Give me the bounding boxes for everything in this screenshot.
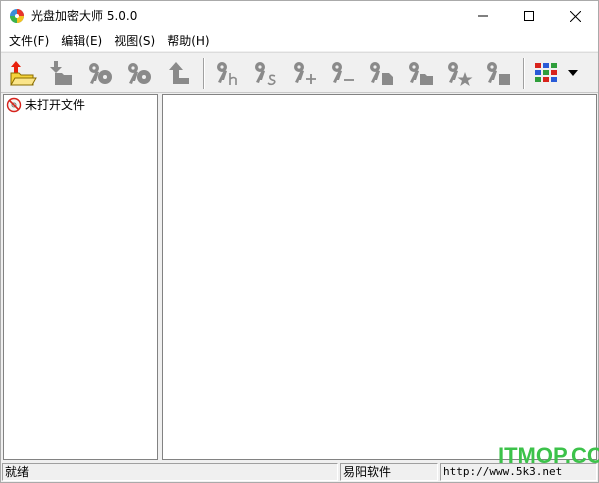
save-icon <box>50 61 72 85</box>
view-mode-dropdown[interactable] <box>563 58 583 88</box>
key-file-button[interactable] <box>364 58 398 88</box>
menu-edit[interactable]: 编辑(E) <box>55 31 108 51</box>
key-s-button[interactable] <box>249 58 283 88</box>
tree-root-label: 未打开文件 <box>25 98 86 112</box>
view-mode-button[interactable] <box>529 58 563 88</box>
key-remove-button[interactable] <box>326 58 360 88</box>
close-icon <box>569 10 581 22</box>
watermark-logo: ITMOP.COM <box>498 443 599 468</box>
toolbar-separator <box>523 58 525 89</box>
encrypt-disc-button[interactable] <box>83 58 117 88</box>
menu-file[interactable]: 文件(F) <box>3 31 55 51</box>
key-block-icon <box>487 62 510 85</box>
key-star-button[interactable] <box>442 58 476 88</box>
key-block-button[interactable] <box>481 58 515 88</box>
no-entry-disc-icon <box>6 97 22 113</box>
key-h-button[interactable] <box>211 58 245 88</box>
tree-root-item[interactable]: 未打开文件 <box>6 97 85 113</box>
key-minus-icon <box>332 62 354 83</box>
window-title: 光盘加密大师 5.0.0 <box>31 9 138 23</box>
menu-view[interactable]: 视图(S) <box>108 31 161 51</box>
key-star-icon <box>448 62 473 86</box>
save-button[interactable] <box>43 58 77 88</box>
dropdown-arrow-icon <box>568 70 578 76</box>
view-grid-icon <box>535 63 557 82</box>
tree-pane[interactable]: 未打开文件 <box>3 94 158 460</box>
maximize-button[interactable] <box>506 1 552 31</box>
up-level-button[interactable] <box>161 58 195 88</box>
open-button[interactable] <box>5 58 39 88</box>
key-plus-icon <box>294 62 316 84</box>
minimize-icon <box>478 15 488 17</box>
key-file-icon <box>370 62 393 85</box>
app-window: 光盘加密大师 5.0.0 文件(F) 编辑(E) 视图(S) 帮助(H) 未打开… <box>0 0 599 483</box>
up-level-icon <box>169 62 189 84</box>
maximize-icon <box>524 11 534 21</box>
decrypt-disc-button[interactable] <box>122 58 156 88</box>
app-disc-icon <box>10 9 24 23</box>
status-company: 易阳软件 <box>340 463 438 481</box>
toolbar-separator <box>203 58 205 89</box>
menu-bar: 文件(F) 编辑(E) 视图(S) 帮助(H) <box>1 31 598 51</box>
key-disc-icon <box>89 63 112 84</box>
key-folder-button[interactable] <box>403 58 437 88</box>
content-pane[interactable] <box>162 94 597 460</box>
minimize-button[interactable] <box>460 1 506 31</box>
toolbar <box>1 52 598 93</box>
open-folder-icon <box>10 61 37 86</box>
menu-help[interactable]: 帮助(H) <box>161 31 215 51</box>
key-add-button[interactable] <box>288 58 322 88</box>
close-button[interactable] <box>552 1 598 31</box>
key-h-icon <box>217 62 237 85</box>
status-message: 就绪 <box>2 463 338 481</box>
key-folder-icon <box>409 62 433 85</box>
key-s-icon <box>255 62 276 86</box>
key-disc-2-icon <box>128 63 151 84</box>
title-bar[interactable]: 光盘加密大师 5.0.0 <box>1 1 598 31</box>
